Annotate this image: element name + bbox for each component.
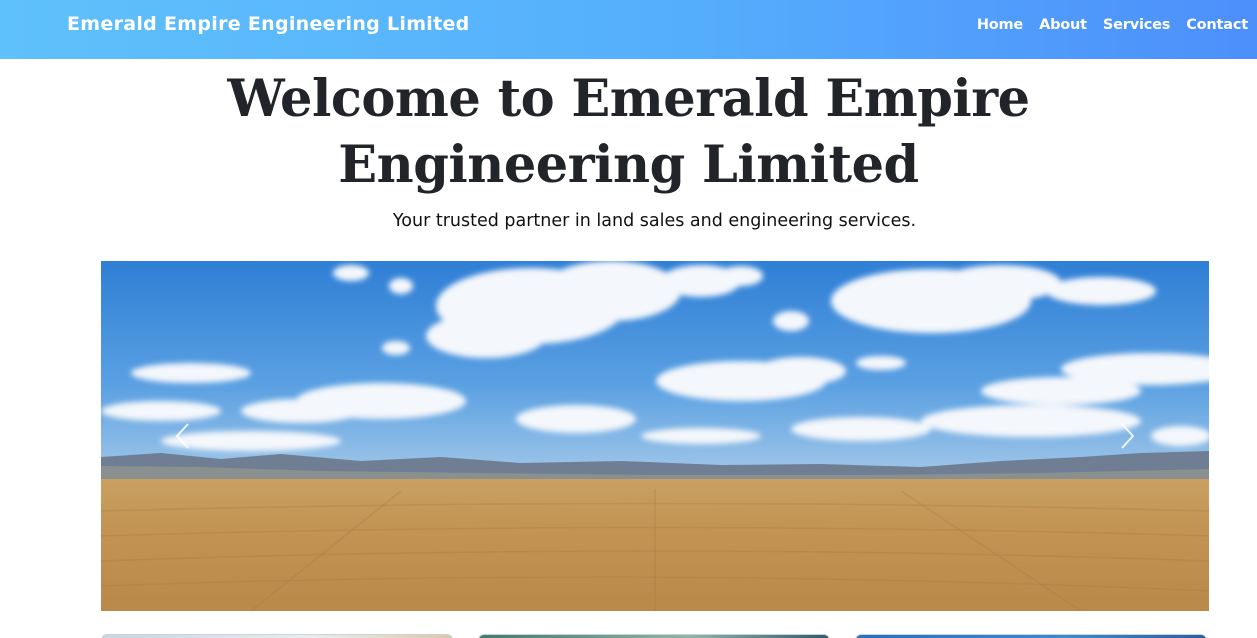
hero-subtitle: Your trusted partner in land sales and e…: [392, 211, 917, 231]
page-title: Welcome to Emerald Empire Engineering Li…: [0, 66, 1257, 198]
page-title-line-2: Engineering Limited: [338, 135, 919, 195]
chevron-right-icon: [1121, 423, 1135, 449]
carousel-slide-image: [101, 261, 1209, 611]
page-title-line-1: Welcome to Emerald Empire: [227, 69, 1030, 129]
nav-link-about[interactable]: About: [1039, 17, 1087, 33]
nav-link-contact[interactable]: Contact: [1186, 17, 1248, 33]
service-card-2[interactable]: [478, 634, 830, 638]
navbar: Emerald Empire Engineering Limited Home …: [0, 0, 1257, 59]
hero-carousel: [101, 261, 1209, 611]
carousel-prev-button[interactable]: [153, 411, 213, 461]
service-card-1[interactable]: [101, 634, 453, 638]
service-card-3[interactable]: [855, 634, 1207, 638]
nav-links: Home About Services Contact: [977, 17, 1248, 33]
chevron-left-icon: [175, 423, 189, 449]
brand-logo-link[interactable]: Emerald Empire Engineering Limited: [67, 13, 470, 35]
carousel-next-button[interactable]: [1097, 411, 1157, 461]
nav-link-services[interactable]: Services: [1103, 17, 1171, 33]
nav-link-home[interactable]: Home: [977, 17, 1023, 33]
